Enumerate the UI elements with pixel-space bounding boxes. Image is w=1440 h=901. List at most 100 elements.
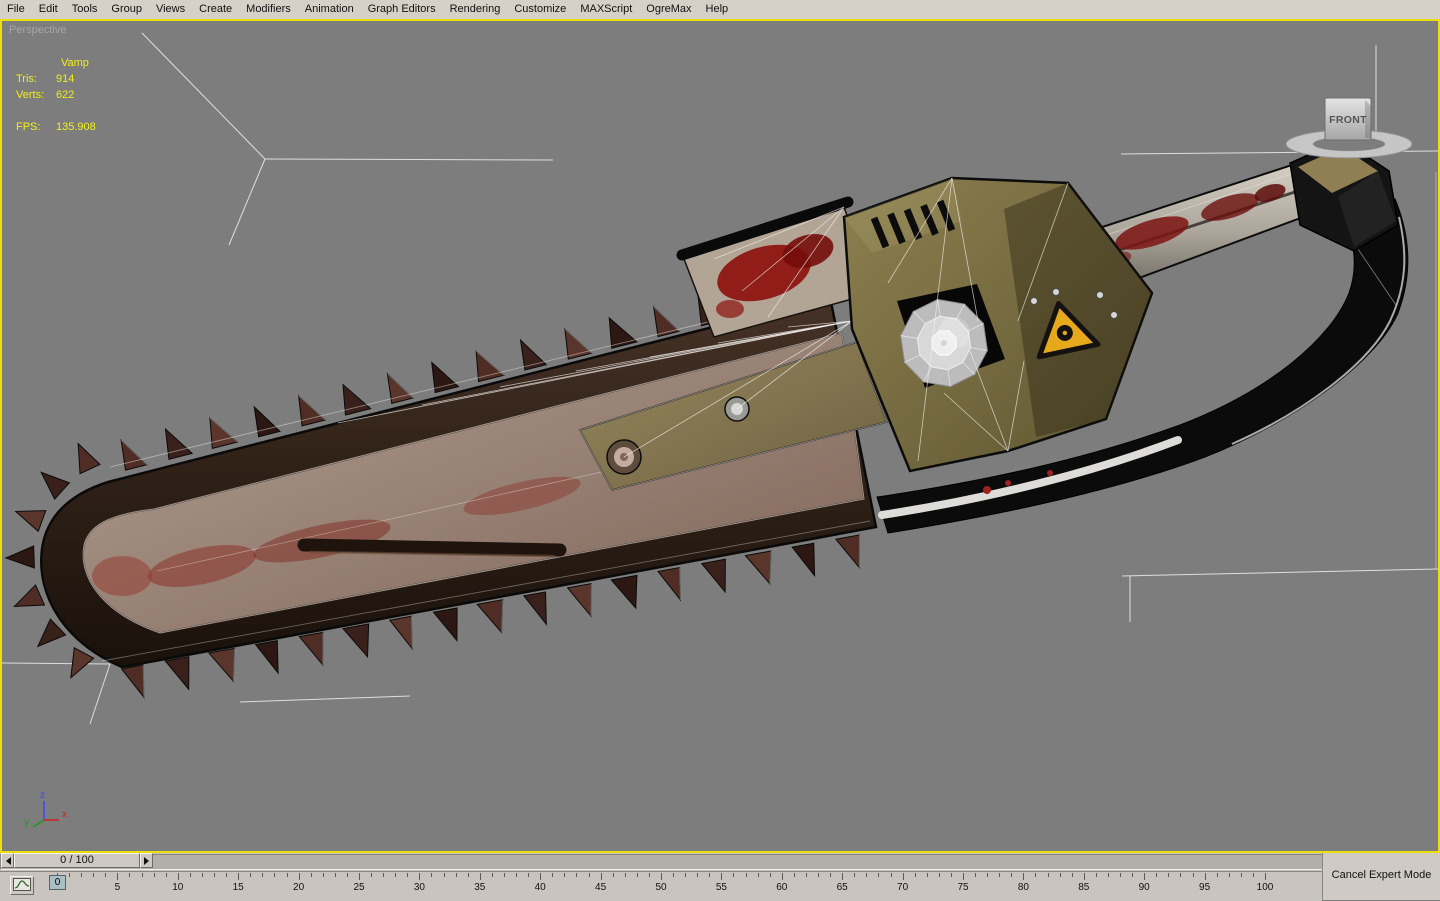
ruler-tick xyxy=(178,873,179,880)
ruler-label: 65 xyxy=(837,882,848,893)
axis-z-label: z xyxy=(40,790,45,801)
ruler-tick xyxy=(1144,873,1145,880)
ruler-tick xyxy=(782,873,783,880)
viewcube-front-gizmo[interactable]: FRONT xyxy=(1286,98,1412,158)
ruler-tick xyxy=(262,873,263,877)
ruler-tick xyxy=(516,873,517,877)
track-bar[interactable]: 0510152025303540455055606570758085909510… xyxy=(0,871,1322,901)
ruler-tick xyxy=(1120,873,1121,877)
menu-item-file[interactable]: File xyxy=(0,1,32,18)
timeline-area: 0 / 100 05101520253035404550556065707580… xyxy=(0,853,1440,900)
ruler-tick xyxy=(854,873,855,877)
ruler-tick xyxy=(202,873,203,877)
menu-item-rendering[interactable]: Rendering xyxy=(443,1,508,18)
menu-item-tools[interactable]: Tools xyxy=(65,1,105,18)
ruler-tick xyxy=(975,873,976,877)
ruler-tick xyxy=(1084,873,1085,880)
curve-editor-icon xyxy=(13,878,31,891)
ruler-tick xyxy=(444,873,445,877)
ruler-tick xyxy=(154,873,155,877)
ruler-label: 80 xyxy=(1018,882,1029,893)
ruler-tick xyxy=(1096,873,1097,877)
ruler-label: 95 xyxy=(1199,882,1210,893)
chainsaw-model[interactable] xyxy=(6,140,1408,697)
ruler-tick xyxy=(794,873,795,877)
ruler-tick xyxy=(1168,873,1169,877)
ruler-tick xyxy=(637,873,638,877)
ruler-tick xyxy=(818,873,819,877)
ruler-label: 45 xyxy=(595,882,606,893)
ruler-tick xyxy=(407,873,408,877)
ruler-tick xyxy=(359,873,360,880)
ruler-tick xyxy=(661,873,662,880)
ruler-tick xyxy=(226,873,227,877)
viewport-label[interactable]: Perspective xyxy=(9,24,66,36)
ruler-label: 50 xyxy=(655,882,666,893)
menu-item-animation[interactable]: Animation xyxy=(298,1,361,18)
axis-y-label: y xyxy=(24,817,29,828)
ruler-label: 5 xyxy=(115,882,121,893)
ruler-tick xyxy=(1035,873,1036,877)
ruler-tick xyxy=(1217,873,1218,877)
ruler-tick xyxy=(528,873,529,877)
menu-item-edit[interactable]: Edit xyxy=(32,1,65,18)
ruler-tick xyxy=(987,873,988,877)
ruler-label: 60 xyxy=(776,882,787,893)
ruler-tick xyxy=(866,873,867,877)
menu-item-views[interactable]: Views xyxy=(149,1,192,18)
menu-item-customize[interactable]: Customize xyxy=(507,1,573,18)
ruler-tick xyxy=(1180,873,1181,877)
tris-value: 914 xyxy=(56,73,74,85)
menu-item-group[interactable]: Group xyxy=(104,1,149,18)
ruler-tick xyxy=(589,873,590,877)
ruler-label: 35 xyxy=(474,882,485,893)
ruler-tick xyxy=(1072,873,1073,877)
viewcube-face-label[interactable]: FRONT xyxy=(1329,114,1367,126)
time-slider-track[interactable] xyxy=(0,854,1322,870)
ruler-tick xyxy=(81,873,82,877)
open-mini-curve-editor-button[interactable] xyxy=(10,876,34,895)
ruler-tick xyxy=(69,873,70,877)
blade-slot xyxy=(304,545,560,550)
previous-frame-button[interactable] xyxy=(1,853,14,868)
ruler-label: 30 xyxy=(414,882,425,893)
viewport-perspective[interactable]: Perspective Vamp Tris: 914 Verts: 622 FP… xyxy=(0,19,1440,853)
viewport-canvas[interactable]: FRONT z y x xyxy=(2,21,1438,851)
menu-item-modifiers[interactable]: Modifiers xyxy=(239,1,298,18)
ruler-tick xyxy=(625,873,626,877)
ruler-tick xyxy=(1253,873,1254,877)
menu-item-help[interactable]: Help xyxy=(699,1,736,18)
menu-item-create[interactable]: Create xyxy=(192,1,239,18)
ruler-label: 70 xyxy=(897,882,908,893)
ruler-tick xyxy=(1265,873,1266,880)
ruler-tick xyxy=(733,873,734,877)
ruler-tick xyxy=(383,873,384,877)
ruler-tick xyxy=(540,873,541,880)
ruler-tick xyxy=(492,873,493,877)
verts-label: Verts: xyxy=(16,89,44,101)
ruler-label: 10 xyxy=(172,882,183,893)
ruler-tick xyxy=(721,873,722,880)
ruler-tick xyxy=(746,873,747,877)
ruler-tick xyxy=(1156,873,1157,877)
ruler-tick xyxy=(697,873,698,877)
ruler-tick xyxy=(649,873,650,877)
ruler-tick xyxy=(431,873,432,877)
ruler-tick xyxy=(963,873,964,880)
ruler-tick xyxy=(287,873,288,877)
menu-bar: FileEditToolsGroupViewsCreateModifiersAn… xyxy=(0,0,1440,19)
ruler-tick xyxy=(456,873,457,877)
next-frame-button[interactable] xyxy=(140,853,153,868)
menu-item-ogremax[interactable]: OgreMax xyxy=(639,1,698,18)
ruler-label: 40 xyxy=(535,882,546,893)
ruler-label: 15 xyxy=(233,882,244,893)
cancel-expert-mode-button[interactable]: Cancel Expert Mode xyxy=(1325,869,1438,881)
menu-item-maxscript[interactable]: MAXScript xyxy=(573,1,639,18)
menu-item-graph-editors[interactable]: Graph Editors xyxy=(361,1,443,18)
ruler-tick xyxy=(915,873,916,877)
time-slider[interactable]: 0 / 100 xyxy=(0,853,1322,871)
ruler-label: 90 xyxy=(1139,882,1150,893)
time-slider-thumb[interactable]: 0 / 100 xyxy=(14,853,140,868)
current-frame-marker[interactable]: 0 xyxy=(49,875,66,890)
ruler-tick xyxy=(613,873,614,877)
